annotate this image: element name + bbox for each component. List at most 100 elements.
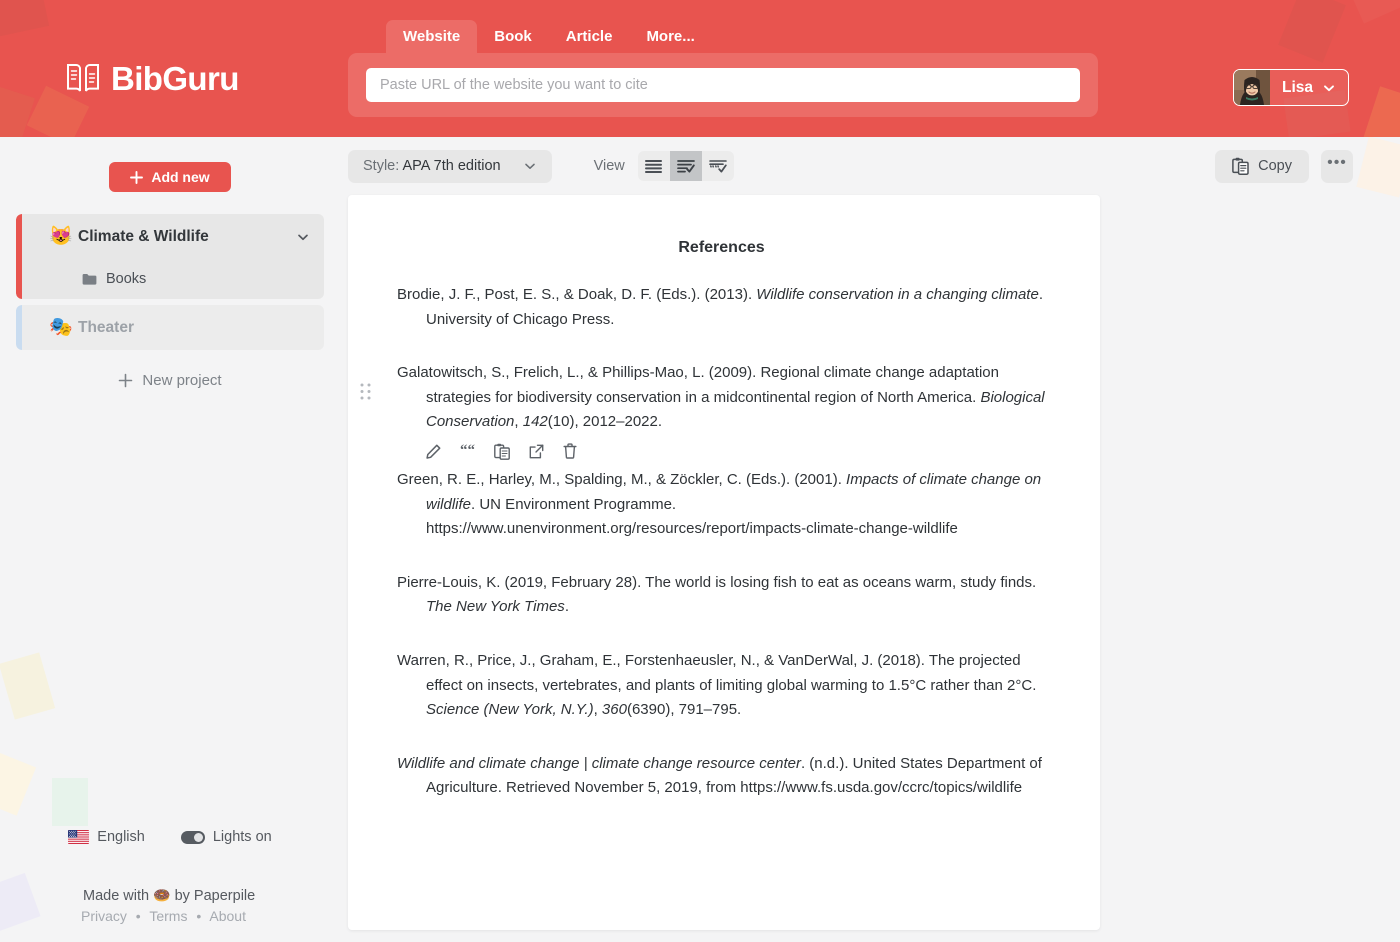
smiling-cat-with-heart-eyes-icon: 😻: [49, 227, 73, 246]
sidebar-project-climate-wildlife[interactable]: 😻 Climate & Wildlife Books: [16, 214, 324, 299]
project-name-label: Climate & Wildlife: [78, 228, 296, 246]
entry-text-part: (6390), 791–795.: [627, 701, 741, 718]
entry-text-part-italic: 360: [602, 701, 627, 718]
toolbar: Style: APA 7th edition View: [340, 137, 1400, 195]
language-selector[interactable]: English: [68, 829, 145, 845]
new-project-label: New project: [142, 372, 221, 389]
logo-wordmark: BibGuru: [111, 62, 239, 95]
entry-text-part: ,: [594, 701, 602, 718]
reference-entry[interactable]: Pierre-Louis, K. (2019, February 28). Th…: [397, 571, 1046, 620]
sidebar-project-theater[interactable]: 🎭 Theater: [16, 305, 324, 350]
ellipsis-icon: •••: [1327, 159, 1347, 167]
view-mode-buttons: ““: [638, 151, 734, 181]
entry-text-part: Brodie, J. F., Post, E. S., & Doak, D. F…: [397, 286, 756, 303]
edit-pencil-icon[interactable]: [426, 444, 441, 459]
link-separator: •: [136, 908, 141, 924]
main-content: Style: APA 7th edition View: [340, 137, 1400, 942]
entry-text-part-italic: 142: [523, 413, 548, 430]
page-title: References: [397, 239, 1046, 257]
project-header[interactable]: 😻 Climate & Wildlife: [16, 214, 324, 259]
sidebar-folder-books[interactable]: Books: [16, 259, 324, 299]
search-container: [348, 53, 1098, 117]
entry-text-part: Galatowitsch, S., Frelich, L., & Phillip…: [397, 364, 999, 406]
open-external-icon[interactable]: [529, 444, 544, 459]
entry-text-part: Pierre-Louis, K. (2019, February 28). Th…: [397, 574, 1036, 591]
view-list-check-icon: [677, 159, 695, 173]
about-link[interactable]: About: [209, 908, 246, 924]
reference-entry[interactable]: Wildlife and climate change | climate ch…: [397, 752, 1046, 801]
reference-entry[interactable]: Brodie, J. F., Post, E. S., & Doak, D. F…: [397, 283, 1046, 332]
tab-website[interactable]: Website: [386, 20, 477, 54]
style-value: APA 7th edition: [403, 158, 501, 174]
bibguru-app: BibGuru Website Book Article More...: [0, 0, 1400, 942]
entry-text-part: . UN Environment Programme. https://www.…: [426, 496, 958, 538]
entry-text-part-italic: Science (New York, N.Y.): [426, 701, 594, 718]
chevron-down-icon: [1322, 81, 1336, 95]
folder-icon: [82, 273, 97, 286]
new-project-button[interactable]: New project: [16, 372, 324, 389]
privacy-link[interactable]: Privacy: [81, 908, 127, 924]
more-options-button[interactable]: •••: [1321, 150, 1353, 183]
us-flag-icon: [68, 830, 89, 844]
reference-entry[interactable]: Green, R. E., Harley, M., Spalding, M., …: [397, 468, 1046, 542]
app-logo[interactable]: BibGuru: [66, 60, 239, 96]
lights-toggle[interactable]: Lights on: [181, 829, 272, 845]
sidebar-footer: English Lights on Made with 🍩 by Paperpi…: [0, 829, 340, 924]
user-menu-button[interactable]: Lisa: [1233, 69, 1349, 106]
entry-text-part: Warren, R., Price, J., Graham, E., Forst…: [397, 652, 1036, 694]
entry-text-part-italic: Wildlife and climate change | climate ch…: [397, 755, 801, 772]
source-type-tabs: Website Book Article More...: [348, 18, 1098, 54]
document-wrapper: References Brodie, J. F., Post, E. S., &…: [340, 195, 1400, 930]
made-with-prefix: Made with: [83, 888, 149, 904]
toggle-switch-icon[interactable]: [181, 831, 205, 844]
toggle-knob: [194, 833, 203, 842]
delete-trash-icon[interactable]: [563, 443, 577, 459]
clipboard-copy-icon: [1232, 157, 1249, 175]
view-list-icon-button[interactable]: [638, 151, 670, 181]
terms-link[interactable]: Terms: [149, 908, 187, 924]
entry-action-bar: ““: [397, 443, 1046, 460]
cite-url-input[interactable]: [366, 68, 1080, 102]
view-quote-check-icon: ““: [709, 159, 727, 173]
copy-clipboard-icon[interactable]: [494, 443, 510, 460]
entry-text-part: Green, R. E., Harley, M., Spalding, M., …: [397, 471, 846, 488]
language-label: English: [97, 829, 145, 845]
doughnut-icon: 🍩: [153, 887, 170, 903]
plus-icon: [130, 171, 143, 184]
add-new-button[interactable]: Add new: [109, 162, 231, 192]
folder-label: Books: [106, 271, 146, 287]
view-label: View: [594, 158, 625, 174]
project-header[interactable]: 🎭 Theater: [16, 305, 324, 350]
plus-icon: [118, 373, 133, 388]
project-list: 😻 Climate & Wildlife Books: [0, 214, 340, 389]
sidebar-footer-controls: English Lights on: [0, 829, 340, 845]
view-mode-group: View: [594, 151, 734, 181]
tab-article[interactable]: Article: [549, 20, 630, 54]
made-with-suffix: by Paperpile: [175, 888, 256, 904]
view-list-check-icon-button[interactable]: [670, 151, 702, 181]
tab-book[interactable]: Book: [477, 20, 549, 54]
project-accent-bar: [16, 305, 22, 350]
open-book-icon: [66, 60, 100, 96]
sidebar: Add new 😻 Climate & Wildlife: [0, 137, 340, 942]
citation-style-selector[interactable]: Style: APA 7th edition: [348, 150, 552, 183]
tab-more[interactable]: More...: [629, 20, 711, 54]
reference-entry[interactable]: Galatowitsch, S., Frelich, L., & Phillip…: [397, 361, 1046, 435]
app-header: BibGuru Website Book Article More...: [0, 0, 1400, 137]
copy-button[interactable]: Copy: [1215, 150, 1309, 183]
reference-entry[interactable]: Warren, R., Price, J., Graham, E., Forst…: [397, 649, 1046, 723]
project-accent-bar: [16, 214, 22, 299]
citation-style-label: Style: APA 7th edition: [363, 158, 501, 174]
entry-text-part: .: [565, 598, 569, 615]
user-name-label: Lisa: [1270, 80, 1322, 96]
quote-icon[interactable]: ““: [460, 444, 475, 459]
svg-text:““: ““: [460, 444, 475, 459]
style-prefix: Style:: [363, 158, 399, 174]
view-quote-check-icon-button[interactable]: ““: [702, 151, 734, 181]
references-document: References Brodie, J. F., Post, E. S., &…: [348, 195, 1100, 930]
view-list-icon: [645, 159, 662, 173]
chevron-down-icon[interactable]: [296, 230, 310, 244]
copy-label: Copy: [1258, 158, 1292, 174]
entry-text-part: ,: [514, 413, 522, 430]
drag-handle-icon[interactable]: [360, 383, 371, 400]
